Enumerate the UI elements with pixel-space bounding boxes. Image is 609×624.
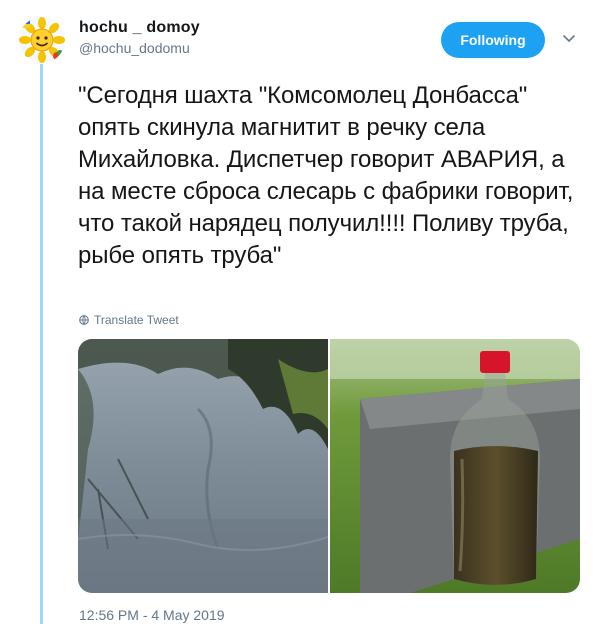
chevron-down-icon[interactable] bbox=[562, 34, 576, 44]
following-button[interactable]: Following bbox=[441, 22, 545, 58]
avatar[interactable] bbox=[19, 17, 65, 63]
translate-tweet-label: Translate Tweet bbox=[94, 313, 179, 327]
sunflower-emoji-icon bbox=[19, 17, 65, 63]
thread-line bbox=[40, 64, 43, 624]
author-handle[interactable]: @hochu_dodomu bbox=[79, 40, 190, 56]
river-photo[interactable] bbox=[78, 339, 328, 593]
tweet-timestamp[interactable]: 12:56 PM - 4 May 2019 bbox=[79, 607, 225, 623]
translate-tweet-link[interactable]: Translate Tweet bbox=[79, 313, 179, 327]
bottle-photo[interactable] bbox=[330, 339, 580, 593]
author-display-name[interactable]: hochu _ domoy bbox=[79, 19, 200, 37]
globe-icon bbox=[79, 315, 89, 325]
media-grid bbox=[78, 339, 580, 593]
river-photo-image bbox=[78, 339, 328, 593]
tweet-text: "Сегодня шахта "Комсомолец Донбасса" опя… bbox=[78, 82, 574, 269]
bottle-photo-image bbox=[330, 339, 580, 593]
